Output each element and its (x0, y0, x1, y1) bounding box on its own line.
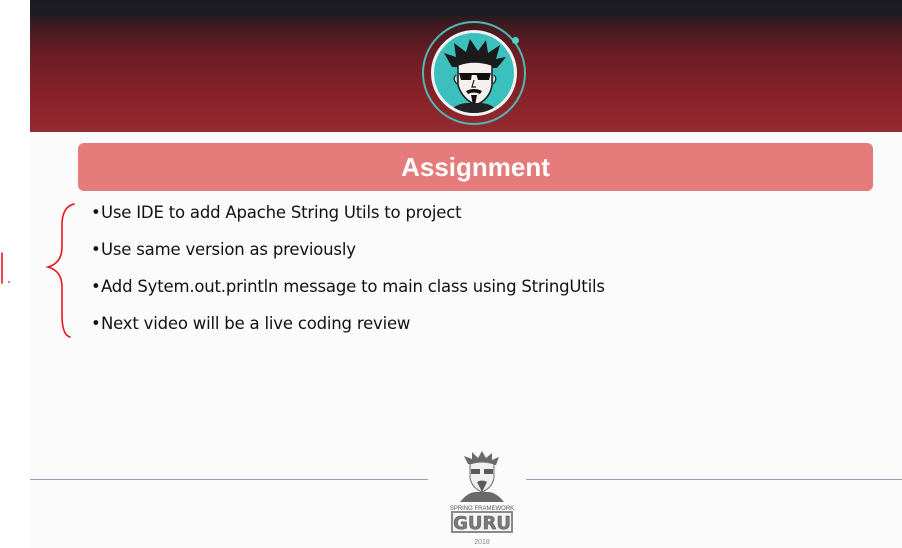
avatar (431, 30, 517, 116)
footer-divider-left (30, 479, 428, 480)
bullet-text: Add Sytem.out.println message to main cl… (101, 277, 605, 296)
footer-year: 2018 (474, 539, 490, 546)
footer-divider-right (526, 479, 902, 480)
bullet-item: •Use IDE to add Apache String Utils to p… (91, 201, 605, 238)
bullet-item: •Add Sytem.out.println message to main c… (91, 275, 605, 312)
annotation-period (8, 281, 10, 283)
bullet-text: Use IDE to add Apache String Utils to pr… (101, 203, 462, 222)
bullet-glyph: • (91, 240, 101, 259)
presentation-slide: Assignment •Use IDE to add Apache String… (30, 0, 902, 548)
cartoon-face-with-sunglasses-icon (444, 39, 506, 113)
annotation-curly-brace (45, 203, 75, 338)
bullet-text: Use same version as previously (101, 240, 356, 259)
bullet-item: •Use same version as previously (91, 238, 605, 275)
slide-title: Assignment (401, 151, 550, 182)
bullet-glyph: • (91, 277, 101, 296)
bullet-glyph: • (91, 314, 101, 333)
logo-big-text: GURU (453, 513, 511, 534)
avatar-ring-dot (512, 37, 519, 44)
bullet-glyph: • (91, 203, 101, 222)
screen: Assignment •Use IDE to add Apache String… (0, 0, 902, 548)
handwritten-annotation (1, 203, 75, 338)
spring-framework-guru-logo: SPRING FRAMEWORK GURU (450, 451, 514, 534)
bullet-list: •Use IDE to add Apache String Utils to p… (91, 201, 605, 349)
bullet-item: •Next video will be a live coding review (91, 312, 605, 349)
bullet-text: Next video will be a live coding review (101, 314, 411, 333)
slide-title-bar: Assignment (78, 143, 873, 191)
